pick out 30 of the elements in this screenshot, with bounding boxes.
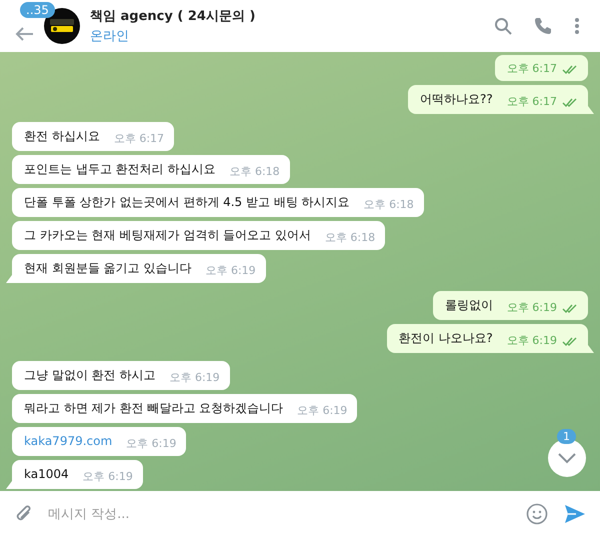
message-text: ka1004 <box>24 466 69 482</box>
message-time: 오후 6:18 <box>324 230 376 246</box>
chat-title: 책임 agency ( 24시문의 ) <box>90 8 256 25</box>
message-time: 오후 6:18 <box>364 197 414 213</box>
message-text: 환전이 나오나요? <box>398 330 493 346</box>
message-time: 오후 6:19 <box>126 436 176 452</box>
message-text: 그냥 말없이 환전 하시고 <box>24 367 156 383</box>
message-text: 롤링없이 <box>444 297 493 313</box>
message-time: 오후 6:19 <box>506 333 557 349</box>
message-time: 오후 6:17 <box>114 131 164 147</box>
message-text: 그 카카오는 현재 베팅재제가 엄격히 들어오고 있어서 <box>24 227 311 243</box>
unread-badge: ..35 <box>20 2 55 18</box>
message-text: 현재 회원분들 옮기고 있습니다 <box>24 260 192 276</box>
message-time: 오후 6:19 <box>297 403 348 419</box>
message-time: 오후 6:18 <box>229 164 280 180</box>
message-time: 오후 6:19 <box>205 263 256 279</box>
message-text: 환전 하십시요 <box>24 128 100 144</box>
message-text: 포인트는 냅두고 환전처리 하십시요 <box>24 161 216 177</box>
back-button[interactable] <box>14 26 34 42</box>
message-time: 오후 6:19 <box>169 370 220 386</box>
message-time: 오후 6:17 <box>506 61 557 77</box>
message-text: 어떡하나요?? <box>420 91 493 107</box>
message-time: 오후 6:19 <box>506 300 557 316</box>
message-text: 단폴 투폴 상한가 없는곳에서 편하게 4.5 받고 배팅 하시지요 <box>24 194 350 210</box>
message-time: 오후 6:19 <box>82 469 133 485</box>
message-text: 뭐라고 하면 제가 환전 빼달라고 요청하겠습니다 <box>24 400 284 416</box>
chevron-down-icon <box>557 452 577 464</box>
message-time: 오후 6:17 <box>506 94 557 110</box>
message-link[interactable]: kaka7979.com <box>24 433 112 449</box>
online-status: 온라인 <box>90 28 130 45</box>
